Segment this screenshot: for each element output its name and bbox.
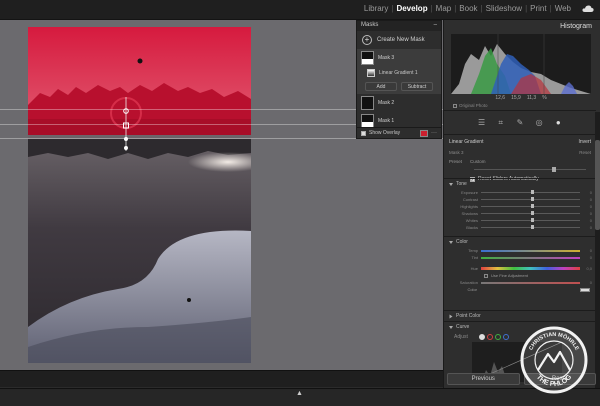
blacks-slider[interactable]: Blacks 0	[444, 224, 596, 231]
histogram-title: Histogram	[560, 22, 592, 30]
show-overlay-checkbox[interactable]	[361, 130, 366, 136]
rgb-channel-icon[interactable]	[478, 334, 485, 340]
mask-label: Mask 1	[378, 118, 395, 124]
fine-adjustment-option[interactable]: Use Fine Adjustment	[444, 272, 596, 279]
module-picker: Library | Develop | Map | Book | Slideshow | Print…	[361, 4, 574, 13]
collapse-icon[interactable]: –	[434, 22, 437, 30]
module-book[interactable]: Book	[456, 4, 480, 13]
fine-adjustment-checkbox[interactable]	[484, 273, 488, 278]
crop-icon[interactable]: ⌗	[496, 118, 506, 128]
histogram-header[interactable]: Histogram	[444, 20, 600, 32]
masks-panel-title: Masks	[361, 22, 379, 28]
blue-channel-icon[interactable]	[502, 334, 509, 340]
color-swatch[interactable]	[580, 287, 590, 292]
mask-thumbnail	[361, 51, 374, 65]
plus-icon: +	[362, 35, 372, 45]
mask-item-2[interactable]: Mask 2	[357, 94, 441, 112]
photo-preview[interactable]	[28, 27, 251, 363]
red-channel-icon[interactable]	[486, 334, 493, 340]
subtract-button[interactable]: Subtract	[401, 82, 433, 91]
preset-label: Preset	[449, 159, 463, 164]
point-color-header[interactable]: Point Color	[444, 311, 596, 321]
submask-label: Linear Gradient 1	[379, 70, 418, 76]
point-color-section: Point Color	[444, 310, 596, 321]
more-options-icon[interactable]: ···	[431, 130, 437, 136]
mask-thumbnail	[361, 114, 374, 128]
overlay-color-swatch[interactable]	[420, 129, 428, 137]
mask-name: Mask 3	[449, 150, 464, 155]
red-eye-icon[interactable]: ◎	[534, 118, 544, 128]
watermark-logo: CHRISTIAN MÖHRLE THE PHLOG	[520, 326, 588, 394]
color-header[interactable]: Color	[444, 237, 596, 247]
edit-sliders-icon[interactable]: ☰	[477, 118, 487, 128]
hue-slider[interactable]: Hue 0,0	[444, 265, 596, 272]
mask-label: Mask 2	[378, 100, 395, 106]
panel-scrollbar-thumb[interactable]	[595, 140, 600, 230]
module-print[interactable]: Print	[527, 4, 549, 13]
masks-panel-header[interactable]: Masks –	[357, 21, 441, 31]
disclosure-icon	[449, 182, 453, 186]
healing-icon[interactable]: ✎	[515, 118, 525, 128]
original-photo-checkbox[interactable]	[453, 103, 457, 108]
contrast-slider[interactable]: Contrast 0	[444, 196, 596, 203]
disclosure-icon	[449, 325, 453, 329]
tool-strip: ☰ ⌗ ✎ ◎ ●	[444, 110, 596, 135]
filmstrip-toggle-icon[interactable]: ▲	[296, 390, 303, 397]
highlights-slider[interactable]: Highlights 0	[444, 203, 596, 210]
histogram-graph[interactable]	[451, 34, 591, 94]
amount-slider[interactable]	[474, 166, 586, 174]
mask-thumbnail	[361, 96, 374, 110]
color-section: Color Temp 0 Tint 0 Hue 0,0 Use Fine Adjust…	[444, 236, 596, 293]
module-develop[interactable]: Develop	[393, 4, 430, 13]
exif-readout: 12,6 15,9 11,3 %	[495, 95, 547, 101]
masks-panel: Masks – + Create New Mask Mask 3 Linear …	[356, 20, 442, 139]
toolbar	[0, 370, 443, 387]
tone-section: Tone Exposure 0 Contrast 0 Highlights 0 Shadow…	[444, 178, 596, 231]
module-web[interactable]: Web	[552, 4, 574, 13]
module-bar: Library | Develop | Map | Book | Slideshow | Print…	[0, 0, 600, 20]
invert-toggle[interactable]: Invert	[578, 139, 591, 145]
disclosure-icon	[449, 314, 453, 318]
disclosure-icon	[449, 240, 453, 244]
module-library[interactable]: Library	[361, 4, 391, 13]
whites-slider[interactable]: Whites 0	[444, 217, 596, 224]
create-new-mask-button[interactable]: + Create New Mask	[357, 31, 441, 49]
original-photo-toggle[interactable]: Original Photo	[453, 103, 488, 108]
temp-slider[interactable]: Temp 0	[444, 247, 596, 254]
linear-gradient-icon	[367, 69, 375, 77]
cloud-sync-icon[interactable]	[582, 4, 594, 14]
show-overlay-label: Show Overlay	[369, 130, 401, 136]
tint-slider[interactable]: Tint 0	[444, 254, 596, 261]
shadows-slider[interactable]: Shadows 0	[444, 210, 596, 217]
tone-header[interactable]: Tone	[444, 179, 596, 189]
exposure-slider[interactable]: Exposure 0	[444, 189, 596, 196]
submask-linear-gradient[interactable]: Linear Gradient 1	[357, 67, 441, 79]
filmstrip-bar: ▲	[0, 388, 600, 406]
mask-properties: Linear Gradient Invert Mask 3 Reset Pres…	[444, 136, 596, 184]
color-row[interactable]: Color	[444, 286, 596, 293]
mask-pin-icon	[137, 58, 143, 64]
create-new-mask-label: Create New Mask	[377, 37, 425, 43]
reset-link[interactable]: Reset	[579, 150, 591, 155]
add-button[interactable]: Add	[365, 82, 397, 91]
mask-item-3[interactable]: Mask 3	[357, 49, 441, 67]
module-slideshow[interactable]: Slideshow	[483, 4, 525, 13]
green-channel-icon[interactable]	[494, 334, 501, 340]
show-overlay-row[interactable]: Show Overlay ···	[357, 127, 441, 138]
mask-label: Mask 3	[378, 55, 395, 61]
masking-icon[interactable]: ●	[553, 118, 563, 128]
tool-name: Linear Gradient	[449, 139, 484, 145]
saturation-slider[interactable]: Saturation 0	[444, 279, 596, 286]
module-map[interactable]: Map	[433, 4, 455, 13]
preset-dropdown[interactable]: Custom	[470, 159, 486, 164]
previous-button[interactable]: Previous	[447, 373, 520, 385]
